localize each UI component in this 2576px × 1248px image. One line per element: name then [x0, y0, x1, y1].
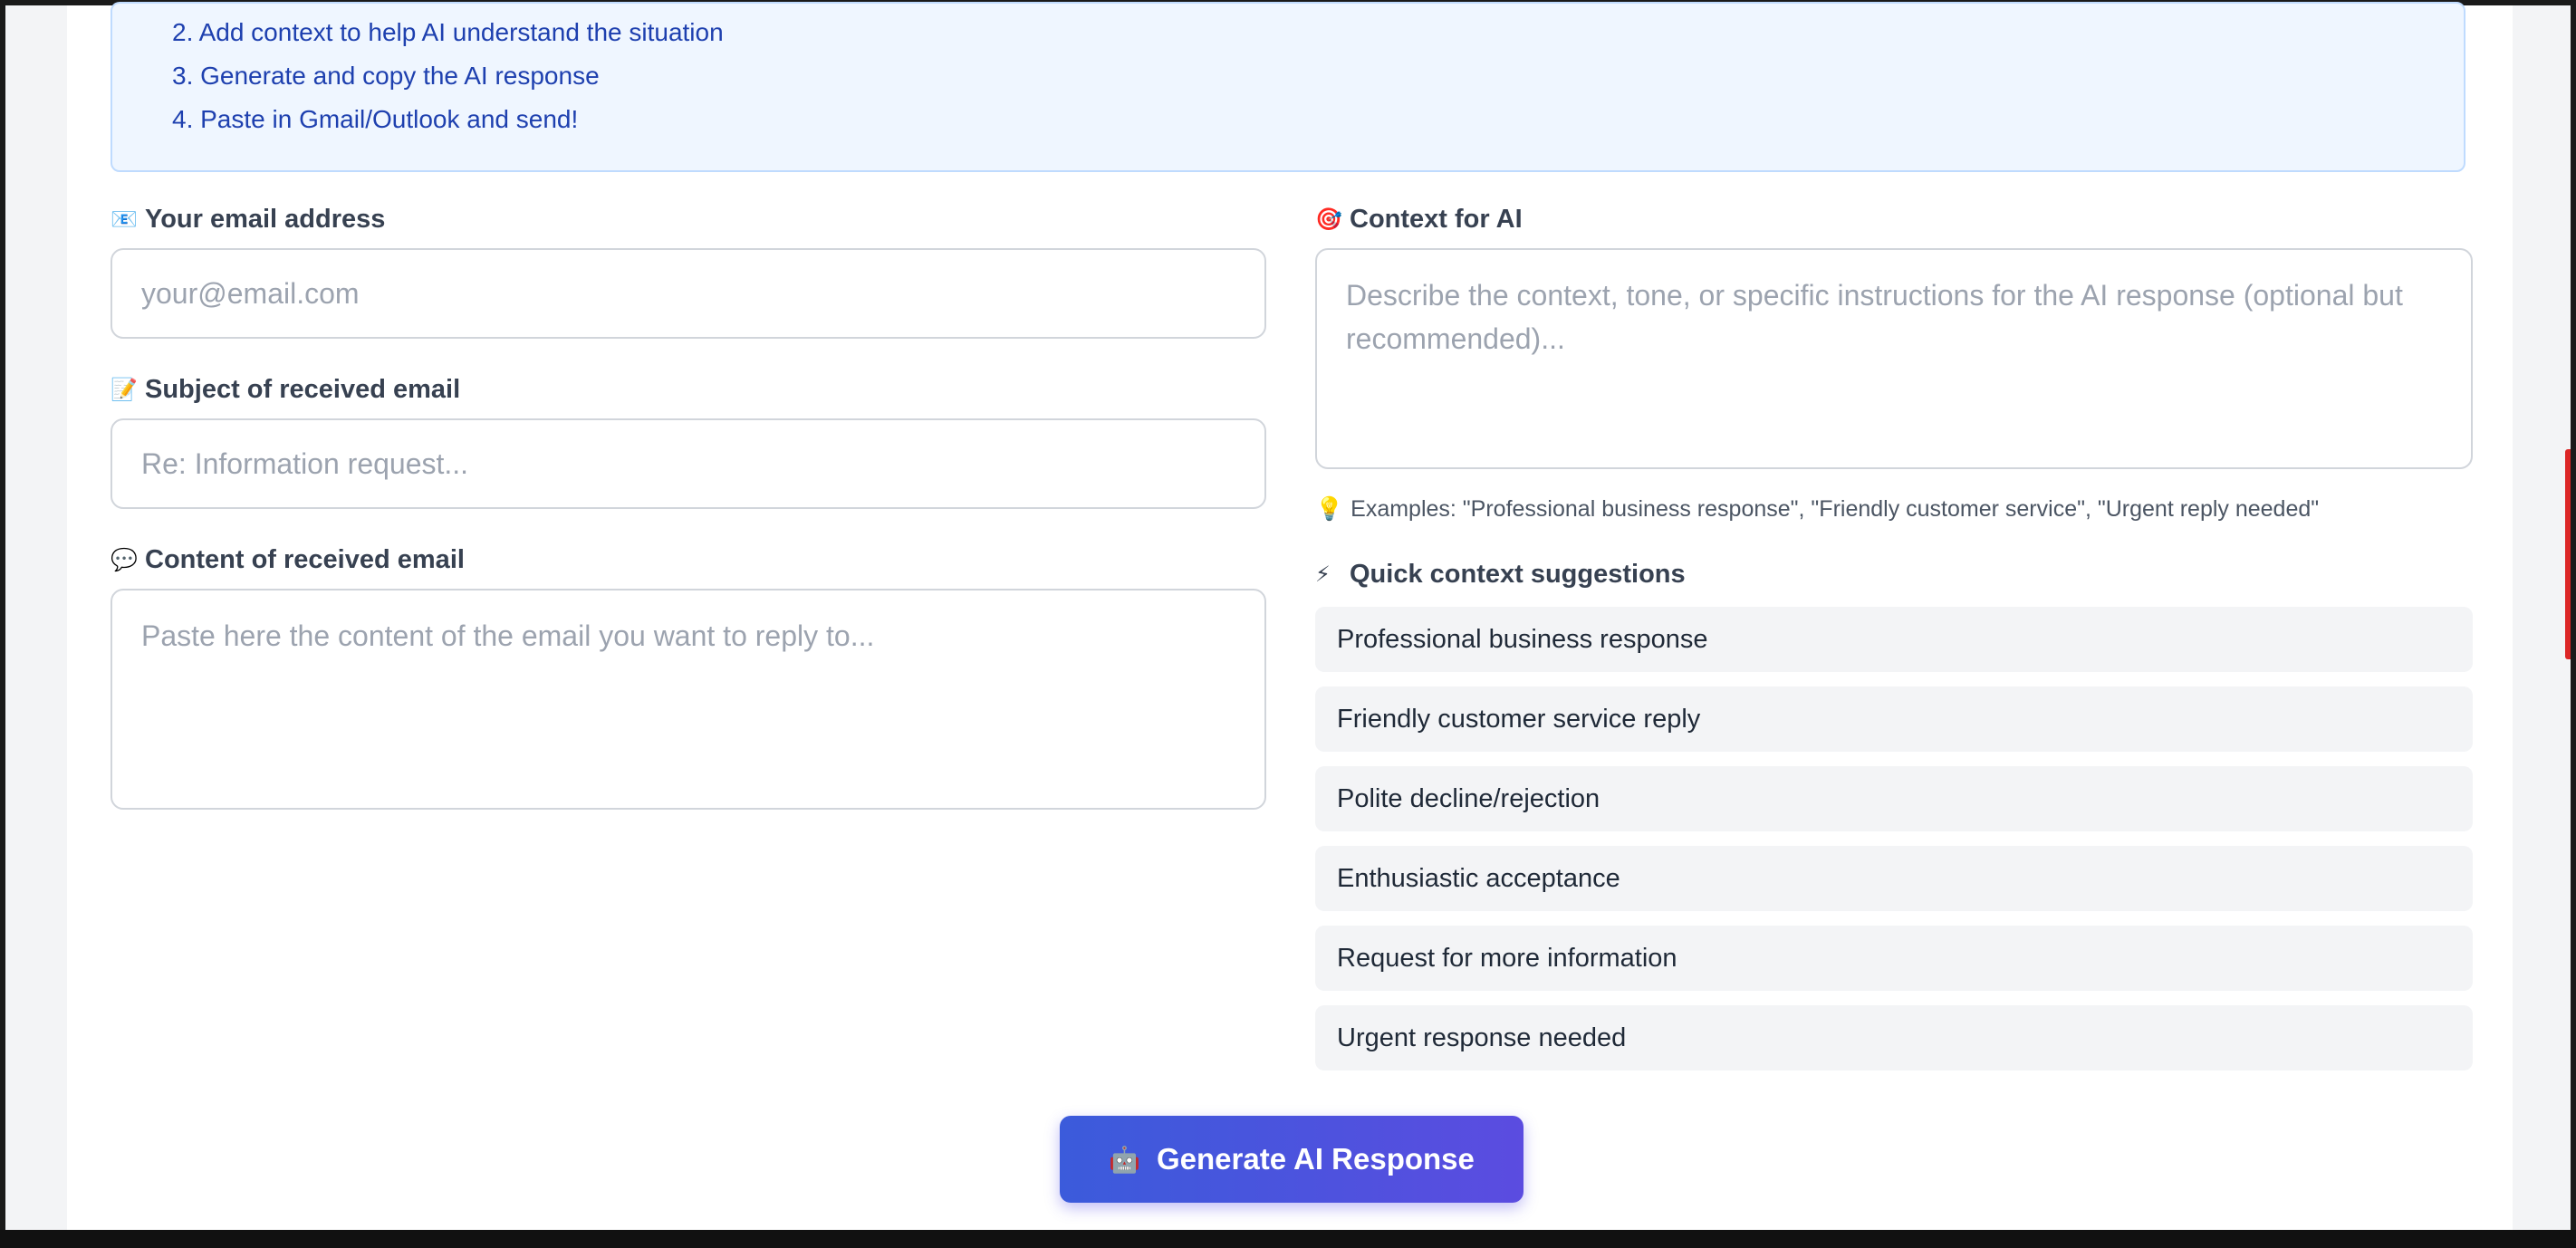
- context-examples: 💡 Examples: "Professional business respo…: [1315, 496, 2319, 523]
- subject-label: 📝 Subject of received email: [111, 375, 460, 405]
- subject-input[interactable]: [111, 418, 1266, 509]
- memo-icon: 📝: [111, 378, 138, 402]
- email-input[interactable]: [111, 248, 1266, 339]
- speech-bubble-icon: 💬: [111, 548, 138, 572]
- instruction-step: 3. Generate and copy the AI response: [172, 62, 600, 90]
- instruction-step: 2. Add context to help AI understand the…: [172, 18, 724, 46]
- generate-ai-response-button[interactable]: 🤖 Generate AI Response: [1060, 1116, 1523, 1203]
- left-window-edge: [0, 0, 5, 1248]
- lightbulb-icon: 💡: [1315, 496, 1344, 522]
- envelope-icon: 📧: [111, 207, 138, 232]
- email-label-text: Your email address: [145, 205, 386, 234]
- suggestions-title: Quick context suggestions: [1350, 560, 1686, 589]
- robot-icon: 🤖: [1109, 1145, 1140, 1174]
- context-textarea[interactable]: [1315, 248, 2473, 469]
- suggestion-item[interactable]: Friendly customer service reply: [1315, 686, 2473, 752]
- content-label-text: Content of received email: [145, 545, 465, 574]
- instruction-step: 4. Paste in Gmail/Outlook and send!: [172, 105, 579, 133]
- context-label: 🎯 Context for AI: [1315, 205, 1523, 235]
- suggestion-item[interactable]: Professional business response: [1315, 607, 2473, 672]
- suggestion-item[interactable]: Polite decline/rejection: [1315, 766, 2473, 831]
- instructions-box: 2. Add context to help AI understand the…: [111, 2, 2465, 172]
- app-window: 2. Add context to help AI understand the…: [5, 2, 2571, 1230]
- content-label: 💬 Content of received email: [111, 545, 465, 575]
- suggestion-item[interactable]: Urgent response needed: [1315, 1005, 2473, 1070]
- scroll-accent-bar: [2565, 449, 2571, 659]
- suggestions-heading: ⚡ Quick context suggestions: [1315, 560, 1686, 590]
- email-label: 📧 Your email address: [111, 205, 385, 235]
- subject-label-text: Subject of received email: [145, 375, 461, 404]
- context-label-text: Context for AI: [1350, 205, 1523, 234]
- lightning-icon: ⚡: [1315, 562, 1331, 587]
- suggestion-item[interactable]: Request for more information: [1315, 926, 2473, 991]
- content-textarea[interactable]: [111, 589, 1266, 810]
- suggestion-item[interactable]: Enthusiastic acceptance: [1315, 846, 2473, 911]
- bottom-window-edge: [0, 1230, 2576, 1248]
- form-card: 2. Add context to help AI understand the…: [67, 2, 2513, 1230]
- generate-button-label: Generate AI Response: [1156, 1142, 1475, 1176]
- examples-text: Examples: "Professional business respons…: [1350, 496, 2320, 522]
- target-icon: 🎯: [1315, 207, 1342, 232]
